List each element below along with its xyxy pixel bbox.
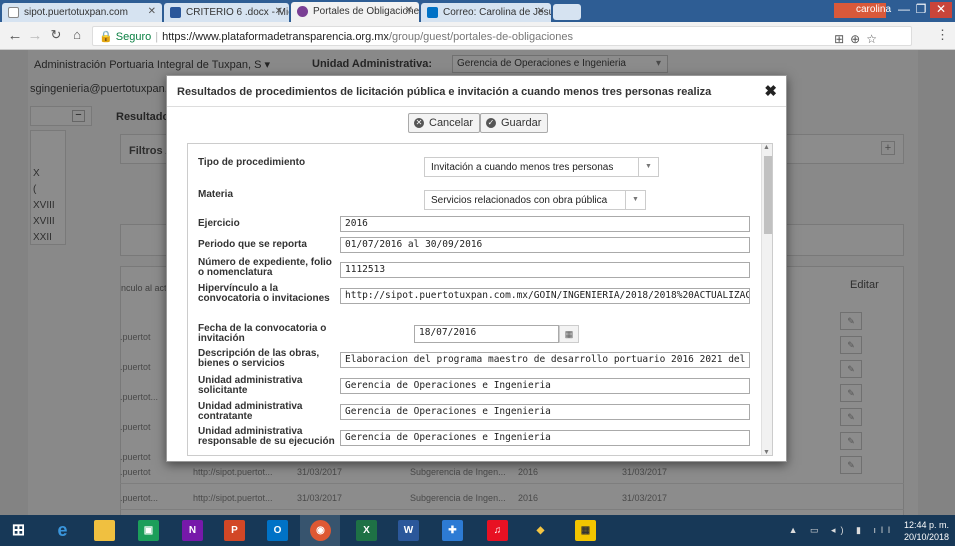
transparency-icon	[297, 6, 308, 17]
calendar-icon[interactable]: ▦	[559, 325, 579, 343]
star-icon[interactable]: ☆	[866, 32, 883, 46]
tab-title: Correo: Carolina de Jesus	[443, 7, 551, 18]
responsable-field[interactable]: Gerencia de Operaciones e Ingenieria	[340, 430, 750, 446]
tab-title: CRITERIO 6 .docx - Micro	[186, 7, 289, 18]
scroll-down-icon[interactable]: ▼	[763, 449, 770, 455]
url-host: https://www.plataformadetransparencia.or…	[162, 31, 389, 43]
store-icon[interactable]: ▣	[138, 520, 159, 541]
solicitante-label: Unidad administrativa solicitante	[198, 375, 303, 396]
clock-time: 12:44 p. m.	[903, 520, 949, 530]
url-input[interactable]: 🔒 Seguro | https://www.plataformadetranspa…	[92, 26, 912, 46]
omnibox-icons: ⊞⊕☆	[834, 32, 883, 46]
zoom-icon[interactable]: ⊕	[850, 32, 866, 46]
descripcion-label: Descripción de las obras, bienes o servi…	[198, 348, 320, 369]
calculator-icon[interactable]: ▦	[575, 520, 596, 541]
maximize-button[interactable]: ❐	[910, 2, 932, 18]
close-icon[interactable]: ✕	[405, 5, 413, 16]
close-window-button[interactable]: ✕	[930, 2, 952, 18]
save-button[interactable]: ✓ Guardar	[480, 113, 549, 133]
scroll-thumb[interactable]	[764, 156, 772, 234]
tab-portales[interactable]: Portales de Obligaciones ✕	[291, 2, 419, 22]
address-bar: ← → ↻ ⌂ 🔒 Seguro | https://www.plataformad…	[0, 22, 955, 50]
tab-title: Portales de Obligaciones	[313, 6, 419, 17]
tipo-select[interactable]: Invitación a cuando menos tres personas ▼	[424, 157, 659, 177]
scroll-up-icon[interactable]: ▲	[763, 144, 770, 151]
tab-outlook[interactable]: Correo: Carolina de Jesus ✕	[421, 3, 551, 22]
defender-icon[interactable]: ✚	[442, 520, 463, 541]
materia-label: Materia	[198, 189, 234, 200]
url-path: /group/guest/portales-de-obligaciones	[388, 31, 573, 43]
word-icon[interactable]: W	[398, 520, 419, 541]
tab-sipot[interactable]: sipot.puertotuxpan.com ✕	[2, 3, 162, 22]
outlook-icon[interactable]: O	[267, 520, 288, 541]
new-tab-button[interactable]	[553, 4, 581, 20]
solicitante-field[interactable]: Gerencia de Operaciones e Ingenieria	[340, 378, 750, 394]
home-icon[interactable]: ⌂	[68, 27, 86, 42]
hipervinculo-label: Hipervínculo a la convocatoria o invitac…	[198, 283, 330, 304]
close-icon[interactable]: ✖	[764, 82, 777, 100]
contratante-field[interactable]: Gerencia de Operaciones e Ingenieria	[340, 404, 750, 420]
word-icon	[170, 7, 181, 18]
browser-tabstrip: sipot.puertotuxpan.com ✕ CRITERIO 6 .doc…	[0, 0, 955, 22]
edge-icon[interactable]: e	[52, 520, 73, 541]
tab-word-doc[interactable]: CRITERIO 6 .docx - Micro ✕	[164, 3, 289, 22]
divider	[167, 106, 786, 107]
close-icon[interactable]: ✕	[537, 6, 545, 17]
fecha-field[interactable]: 18/07/2016	[414, 325, 559, 343]
check-icon: ✓	[486, 118, 496, 128]
close-icon[interactable]: ✕	[148, 6, 156, 17]
periodo-field[interactable]: 01/07/2016 al 30/09/2016	[340, 237, 750, 253]
clock[interactable]: 12:44 p. m. 20/10/2018	[904, 519, 949, 543]
onenote-icon[interactable]: N	[182, 520, 203, 541]
file-explorer-icon[interactable]	[94, 520, 115, 541]
secure-label: Seguro	[115, 31, 152, 43]
forward-icon[interactable]: →	[26, 27, 44, 44]
photos-icon[interactable]: ◆	[530, 520, 551, 541]
chevron-down-icon: ▼	[638, 158, 658, 176]
form-panel: Tipo de procedimiento Invitación a cuand…	[187, 143, 773, 456]
cancel-icon: ✕	[414, 118, 424, 128]
materia-select[interactable]: Servicios relacionados con obra pública ▼	[424, 190, 646, 210]
edit-record-modal: Resultados de procedimientos de licitaci…	[166, 75, 787, 462]
profile-name: carolina	[856, 4, 892, 15]
chevron-down-icon: ▼	[625, 191, 645, 209]
windows-taskbar: ⊞ e ▣ N P O ◉ X W ✚ ♫ ◆ ▦ ▲ ▭ ◂) ▮ ıll 1…	[0, 515, 955, 546]
chrome-icon[interactable]: ◉	[310, 520, 331, 541]
form-body: Tipo de procedimiento Invitación a cuand…	[188, 144, 761, 455]
hipervinculo-field[interactable]: http://sipot.puertotuxpan.com.mx/GOIN/IN…	[340, 288, 750, 304]
outlook-icon	[427, 7, 438, 18]
clock-date: 20/10/2018	[903, 532, 949, 542]
tipo-label: Tipo de procedimiento	[198, 157, 306, 168]
menu-icon[interactable]: ⋮	[936, 27, 949, 43]
form-scrollbar[interactable]: ▲ ▼	[761, 144, 772, 455]
ejercicio-label: Ejercicio	[198, 218, 240, 229]
groove-icon[interactable]: ♫	[487, 520, 508, 541]
close-icon[interactable]: ✕	[275, 6, 283, 17]
cancel-button[interactable]: ✕ Cancelar	[408, 113, 481, 133]
modal-title: Resultados de procedimientos de licitaci…	[177, 86, 712, 98]
ejercicio-field[interactable]: 2016	[340, 216, 750, 232]
periodo-label: Periodo que se reporta	[198, 239, 307, 250]
expediente-field[interactable]: 1112513	[340, 262, 750, 278]
lock-icon: 🔒	[99, 31, 113, 43]
tab-title: sipot.puertotuxpan.com	[24, 7, 128, 18]
descripcion-field[interactable]: Elaboracion del programa maestro de desa…	[340, 352, 750, 368]
excel-icon[interactable]: X	[356, 520, 377, 541]
powerpoint-icon[interactable]: P	[224, 520, 245, 541]
contratante-label: Unidad administrativa contratante	[198, 401, 303, 422]
page-icon	[8, 7, 19, 18]
responsable-label: Unidad administrativa responsable de su …	[198, 426, 335, 447]
profile-button[interactable]: carolina	[834, 3, 891, 18]
back-icon[interactable]: ←	[6, 27, 24, 44]
system-tray[interactable]: ▲ ▭ ◂) ▮ ıll	[789, 525, 895, 536]
windows-start-icon[interactable]: ⊞	[8, 520, 29, 541]
fecha-label: Fecha de la convocatoria o invitación	[198, 323, 327, 344]
expediente-label: Número de expediente, folio o nomenclatu…	[198, 257, 332, 278]
translate-icon[interactable]: ⊞	[834, 32, 850, 46]
reload-icon[interactable]: ↻	[47, 27, 65, 43]
